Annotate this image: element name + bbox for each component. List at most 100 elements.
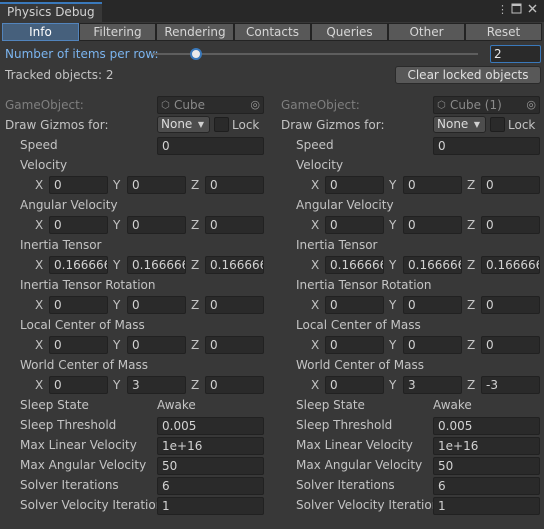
lock-label: Lock	[508, 118, 536, 132]
world-center-x-label: X	[311, 378, 320, 392]
local-center-z-field[interactable]: 0	[481, 336, 540, 354]
draw-gizmos-value: None	[437, 117, 469, 131]
inertia-tensor-z-field[interactable]: 0.166666	[205, 256, 264, 274]
velocity-x-field[interactable]: 0	[49, 176, 108, 194]
angular-velocity-z-field[interactable]: 0	[481, 216, 540, 234]
world-center-z-field[interactable]: 0	[205, 376, 264, 394]
inertia-tensor-rotation-x-field[interactable]: 0	[49, 296, 108, 314]
local-center-y-field[interactable]: 0	[127, 336, 186, 354]
inertia-tensor-x-field[interactable]: 0.166666	[325, 256, 384, 274]
sleep-threshold-label: Sleep Threshold	[20, 418, 117, 432]
maximize-icon[interactable]	[511, 3, 522, 18]
velocity-y-field[interactable]: 0	[127, 176, 186, 194]
items-per-row-slider[interactable]	[152, 48, 478, 60]
sleep-threshold-field[interactable]: 0.005	[433, 417, 540, 435]
clear-locked-objects-button[interactable]: Clear locked objects	[395, 66, 541, 84]
draw-gizmos-dropdown[interactable]: None ▼	[433, 116, 486, 133]
inertia-tensor-rotation-y-field[interactable]: 0	[127, 296, 186, 314]
inertia-tensor-x-field[interactable]: 0.166666	[49, 256, 108, 274]
world-center-x-field[interactable]: 0	[325, 376, 384, 394]
object-picker-icon[interactable]: ◎	[526, 97, 536, 113]
world-center-z-field[interactable]: -3	[481, 376, 540, 394]
solver-vel-iter-label: Solver Velocity Iteration	[296, 498, 440, 512]
tab-contacts[interactable]: Contacts	[234, 23, 311, 41]
tab-info[interactable]: Info	[2, 23, 79, 41]
local-center-y-field[interactable]: 0	[403, 336, 462, 354]
velocity-z-label: Z	[191, 178, 200, 192]
tab-queries[interactable]: Queries	[311, 23, 388, 41]
inertia-tensor-z-label: Z	[467, 258, 476, 272]
tab-rendering[interactable]: Rendering	[156, 23, 234, 41]
inertia-tensor-rotation-x-field[interactable]: 0	[325, 296, 384, 314]
sleep-threshold-label: Sleep Threshold	[296, 418, 393, 432]
world-center-x-field[interactable]: 0	[49, 376, 108, 394]
lock-checkbox[interactable]	[214, 117, 229, 132]
inertia-tensor-rotation-x-label: X	[35, 298, 44, 312]
slider-handle[interactable]	[190, 48, 202, 60]
local-center-y-label: Y	[389, 338, 397, 352]
solver-iter-field[interactable]: 6	[157, 477, 264, 495]
angular-velocity-y-field[interactable]: 0	[127, 216, 186, 234]
lock-checkbox[interactable]	[490, 117, 505, 132]
inertia-tensor-y-field[interactable]: 0.166666	[127, 256, 186, 274]
speed-label: Speed	[296, 138, 334, 152]
speed-label: Speed	[20, 138, 58, 152]
inertia-tensor-z-field[interactable]: 0.166666	[481, 256, 540, 274]
speed-field[interactable]: 0	[433, 137, 540, 155]
window-title-tab[interactable]: Physics Debug	[0, 2, 102, 22]
velocity-y-label: Y	[113, 178, 121, 192]
angular-velocity-x-field[interactable]: 0	[325, 216, 384, 234]
chevron-down-icon: ▼	[473, 120, 480, 129]
items-per-row-input[interactable]: 2	[490, 45, 541, 63]
inertia-tensor-y-label: Y	[389, 258, 397, 272]
max-linear-field[interactable]: 1e+16	[433, 437, 540, 455]
inertia-tensor-y-field[interactable]: 0.166666	[403, 256, 462, 274]
tab-filtering[interactable]: Filtering	[79, 23, 156, 41]
solver-iter-label: Solver Iterations	[20, 478, 119, 492]
angular-velocity-y-field[interactable]: 0	[403, 216, 462, 234]
solver-vel-iter-field[interactable]: 1	[157, 497, 264, 515]
max-angular-field[interactable]: 50	[157, 457, 264, 475]
max-linear-label: Max Linear Velocity	[296, 438, 413, 452]
gameobject-field: ⬡ Cube ◎	[157, 96, 264, 114]
inertia-tensor-x-label: X	[35, 258, 44, 272]
velocity-z-field[interactable]: 0	[481, 176, 540, 194]
max-linear-label: Max Linear Velocity	[20, 438, 137, 452]
close-icon[interactable]	[527, 3, 538, 18]
local-center-z-field[interactable]: 0	[205, 336, 264, 354]
speed-field[interactable]: 0	[157, 137, 264, 155]
angular-velocity-label: Angular Velocity	[296, 198, 394, 212]
gameobject-value: Cube	[174, 98, 205, 112]
velocity-y-field[interactable]: 0	[403, 176, 462, 194]
velocity-z-field[interactable]: 0	[205, 176, 264, 194]
tab-other[interactable]: Other	[388, 23, 465, 41]
solver-vel-iter-field[interactable]: 1	[433, 497, 540, 515]
angular-velocity-x-label: X	[311, 218, 320, 232]
velocity-z-label: Z	[467, 178, 476, 192]
inertia-tensor-rotation-z-field[interactable]: 0	[205, 296, 264, 314]
max-angular-field[interactable]: 50	[433, 457, 540, 475]
world-center-y-field[interactable]: 3	[127, 376, 186, 394]
angular-velocity-z-field[interactable]: 0	[205, 216, 264, 234]
draw-gizmos-value: None	[161, 117, 193, 131]
world-center-y-field[interactable]: 3	[403, 376, 462, 394]
local-center-x-label: X	[311, 338, 320, 352]
kebab-menu-icon[interactable]: ⋮	[497, 3, 508, 17]
world-center-label: World Center of Mass	[296, 358, 424, 372]
velocity-x-field[interactable]: 0	[325, 176, 384, 194]
max-angular-label: Max Angular Velocity	[296, 458, 423, 472]
local-center-z-label: Z	[467, 338, 476, 352]
local-center-x-field[interactable]: 0	[325, 336, 384, 354]
local-center-x-field[interactable]: 0	[49, 336, 108, 354]
gameobject-label: GameObject:	[5, 98, 84, 112]
object-picker-icon[interactable]: ◎	[250, 97, 260, 113]
inertia-tensor-rotation-z-field[interactable]: 0	[481, 296, 540, 314]
angular-velocity-label: Angular Velocity	[20, 198, 118, 212]
max-linear-field[interactable]: 1e+16	[157, 437, 264, 455]
solver-iter-field[interactable]: 6	[433, 477, 540, 495]
sleep-threshold-field[interactable]: 0.005	[157, 417, 264, 435]
inertia-tensor-rotation-y-field[interactable]: 0	[403, 296, 462, 314]
tab-reset[interactable]: Reset	[465, 23, 542, 41]
angular-velocity-x-field[interactable]: 0	[49, 216, 108, 234]
draw-gizmos-dropdown[interactable]: None ▼	[157, 116, 210, 133]
